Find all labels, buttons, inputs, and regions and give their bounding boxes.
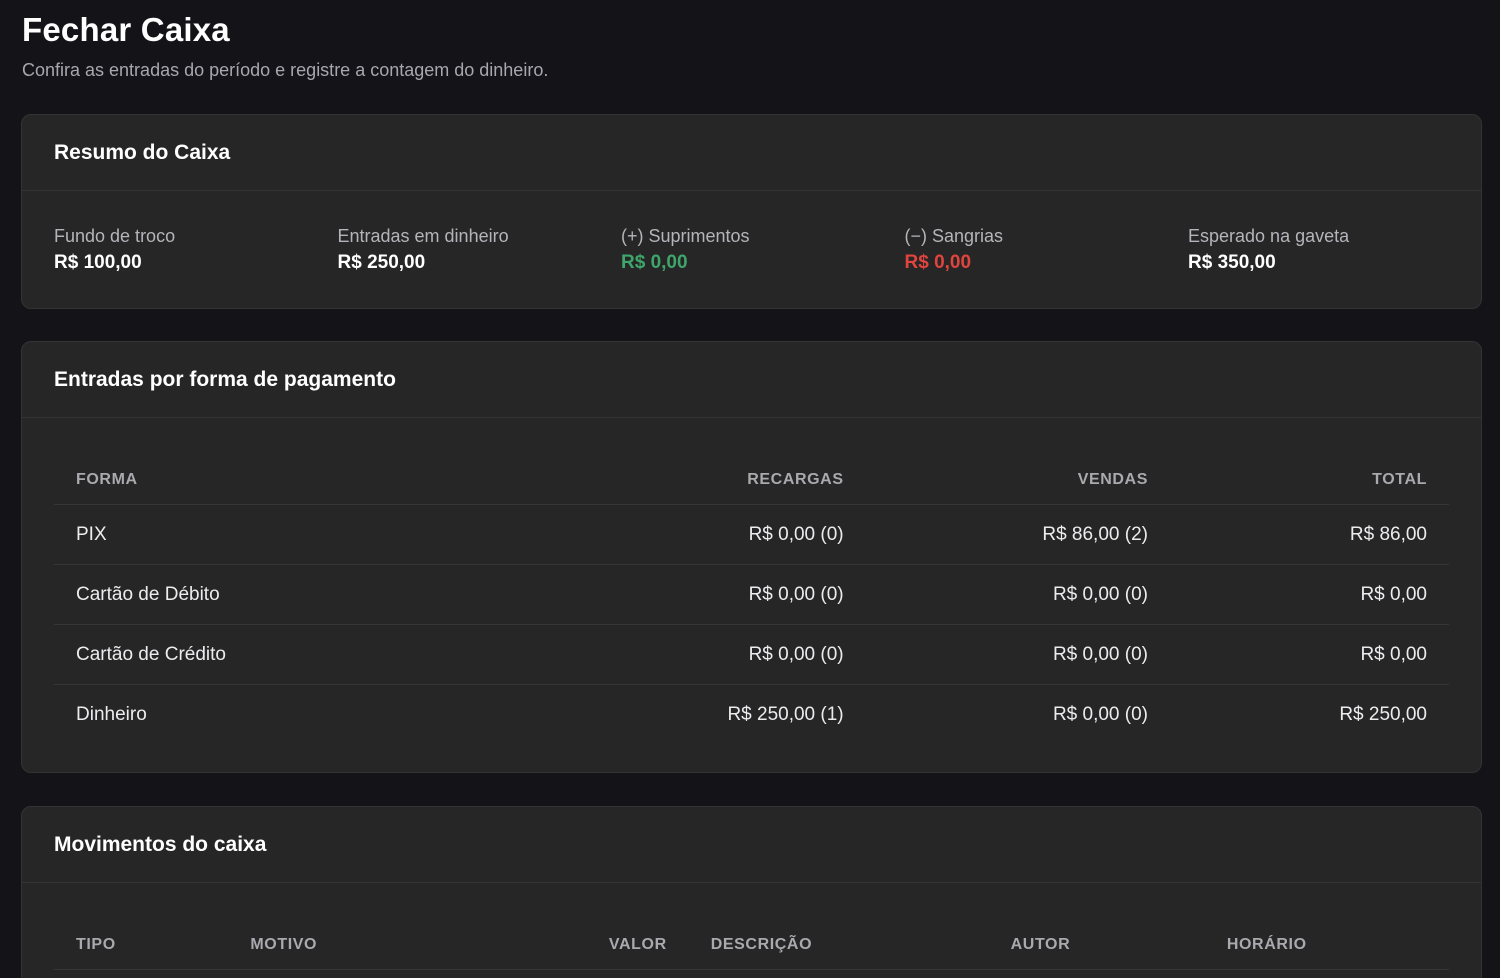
cell-recargas: R$ 0,00 (0) [599, 564, 866, 625]
cash-summary-title: Resumo do Caixa [54, 140, 231, 164]
movements-table: TIPO MOTIVO VALOR DESCRIÇÃO AUTOR HORÁRI… [54, 921, 1449, 970]
cash-summary-values: Fundo de troco R$ 100,00 Entradas em din… [22, 191, 1481, 276]
column-header-total[interactable]: TOTAL [1169, 456, 1449, 505]
summary-label: Entradas em dinheiro [337, 226, 509, 246]
table-row: Cartão de Débito R$ 0,00 (0) R$ 0,00 (0)… [54, 564, 1449, 625]
column-header-tipo[interactable]: TIPO [54, 921, 229, 970]
page-title: Fechar Caixa [22, 11, 230, 48]
summary-value: R$ 250,00 [337, 252, 426, 273]
cell-total: R$ 86,00 [1169, 504, 1449, 565]
cell-total: R$ 0,00 [1169, 624, 1449, 685]
cell-total: R$ 250,00 [1339, 703, 1427, 725]
summary-change-fund: Fundo de troco R$ 100,00 [54, 223, 338, 276]
table-row: Cartão de Crédito R$ 0,00 (0) R$ 0,00 (0… [54, 624, 1449, 685]
summary-value-negative: R$ 0,00 [904, 252, 972, 273]
column-header-autor[interactable]: AUTOR [988, 921, 1205, 970]
summary-supplies: (+) Suprimentos R$ 0,00 [621, 223, 905, 276]
close-register-page: Fechar Caixa Confira as entradas do perí… [0, 0, 1500, 978]
column-header-descricao[interactable]: DESCRIÇÃO [688, 921, 989, 970]
summary-value-positive: R$ 0,00 [621, 252, 688, 273]
column-header-horario[interactable]: HORÁRIO [1204, 921, 1449, 970]
payments-header: Entradas por forma de pagamento [22, 342, 1481, 418]
cell-total: R$ 0,00 [1169, 564, 1449, 625]
table-header-row: TIPO MOTIVO VALOR DESCRIÇÃO AUTOR HORÁRI… [54, 921, 1449, 970]
cell-vendas: R$ 86,00 (2) [865, 504, 1170, 565]
column-header-vendas[interactable]: VENDAS [865, 456, 1170, 505]
summary-label: Esperado na gaveta [1188, 226, 1350, 246]
movements-title: Movimentos do caixa [54, 832, 267, 856]
summary-cash-inflows: Entradas em dinheiro R$ 250,00 [338, 223, 622, 276]
summary-value: R$ 350,00 [1188, 252, 1276, 273]
cell-forma: Dinheiro [76, 703, 147, 725]
table-row: PIX R$ 0,00 (0) R$ 86,00 (2) R$ 86,00 [54, 504, 1449, 565]
summary-label: Fundo de troco [54, 226, 176, 246]
cell-forma: Cartão de Crédito [54, 624, 600, 685]
cell-recargas: R$ 0,00 (0) [599, 624, 866, 685]
table-row: Dinheiro R$ 250,00 (1) R$ 0,00 (0) R$ 25… [54, 685, 1449, 745]
summary-withdrawals: (−) Sangrias R$ 0,00 [905, 223, 1189, 276]
column-header-motivo[interactable]: MOTIVO [228, 921, 550, 970]
column-header-recargas[interactable]: RECARGAS [599, 456, 866, 505]
summary-label: (−) Sangrias [904, 226, 1004, 246]
summary-expected-drawer: Esperado na gaveta R$ 350,00 [1188, 223, 1472, 276]
cell-recargas: R$ 250,00 (1) [727, 703, 844, 725]
cell-vendas: R$ 0,00 (0) [865, 564, 1170, 625]
payments-title: Entradas por forma de pagamento [54, 367, 396, 391]
table-header-row: FORMA RECARGAS VENDAS TOTAL [54, 456, 1449, 505]
payments-table: FORMA RECARGAS VENDAS TOTAL PIX R$ 0,00 … [54, 456, 1449, 744]
cell-recargas: R$ 0,00 (0) [599, 504, 866, 565]
payments-card: Entradas por forma de pagamento FORMA RE… [21, 341, 1482, 773]
page-subtitle: Confira as entradas do período e registr… [22, 60, 549, 80]
cell-forma: Cartão de Débito [54, 564, 600, 625]
column-header-forma[interactable]: FORMA [54, 456, 600, 505]
movements-card: Movimentos do caixa TIPO MOTIVO VALOR DE… [21, 806, 1482, 978]
movements-header: Movimentos do caixa [22, 807, 1481, 883]
cash-summary-header: Resumo do Caixa [22, 115, 1481, 191]
cash-summary-card: Resumo do Caixa Fundo de troco R$ 100,00… [21, 114, 1482, 309]
summary-label: (+) Suprimentos [621, 226, 750, 246]
cell-vendas: R$ 0,00 (0) [865, 624, 1170, 685]
summary-value: R$ 100,00 [54, 252, 142, 273]
cell-forma: PIX [54, 504, 600, 565]
column-header-valor[interactable]: VALOR [549, 921, 689, 970]
cell-vendas: R$ 0,00 (0) [1052, 703, 1148, 725]
